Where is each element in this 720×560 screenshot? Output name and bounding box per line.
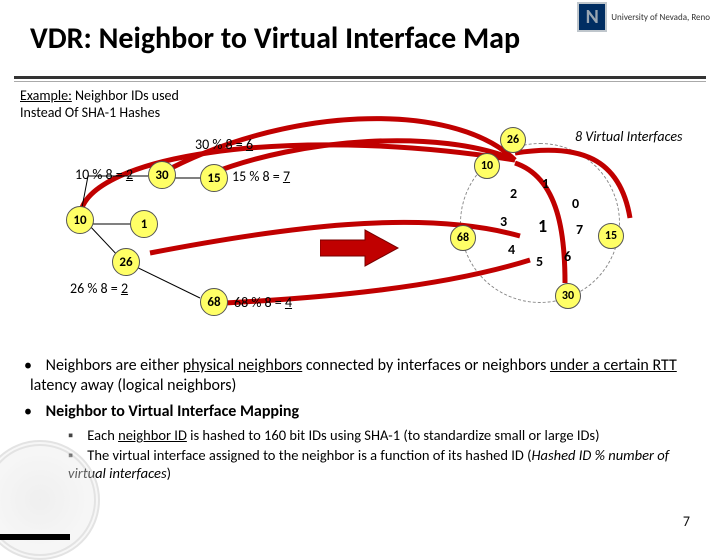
ring-slot-0: 0 [572,195,579,212]
b1a: Neighbors are either [46,356,183,375]
ring-map-26: 26 [500,127,526,153]
neighbor-node-68: 68 [200,288,228,316]
bullet-list: Neighbors are either physical neighbors … [24,356,696,482]
mod-68-pre: 68 % 8 = [234,294,285,311]
ring-slot-1: 1 [542,175,549,192]
example-note: Example: Neighbor IDs used Instead Of SH… [20,88,179,122]
mod-26-res: 2 [121,280,128,297]
mod-label-68: 68 % 8 = 4 [234,294,292,311]
mod-10-res: 2 [126,166,133,183]
virtual-interface-ring: 8 Virtual Interfaces 0 7 6 5 4 3 2 1 1 2… [460,143,620,303]
sub-bullet-1: Each neighbor ID is hashed to 160 bit ID… [68,426,696,444]
ring-map-68: 68 [450,225,476,251]
bullet-2: Neighbor to Virtual Interface Mapping Ea… [24,402,696,482]
mod-label-15: 15 % 8 = 7 [232,168,290,185]
s2c: ) [167,464,171,482]
ring-slot-4: 4 [508,241,515,258]
ring-slot-3: 3 [500,213,507,230]
mod-30-res: 6 [246,136,253,153]
ring-title: 8 Virtual Interfaces [575,128,715,145]
footer-blackbar [0,534,70,540]
neighbor-node-26: 26 [112,248,140,276]
page-number: 7 [683,513,690,530]
example-text-1: Neighbor IDs used [72,87,179,104]
mod-label-10: 10 % 8 = 2 [75,166,133,183]
ring-map-10: 10 [474,153,500,179]
mod-26-pre: 26 % 8 = [70,280,121,297]
slide-header: N University of Nevada, Reno VDR: Neighb… [0,0,720,72]
ring-slot-5: 5 [536,253,543,270]
b2: Neighbor to Virtual Interface Mapping [46,402,299,421]
mod-30-pre: 30 % 8 = [195,136,246,153]
mod-68-res: 4 [285,294,292,311]
ring-map-15: 15 [598,223,624,249]
b1d: under a certain RTT [550,356,677,375]
neighbor-node-30: 30 [148,161,176,189]
logo-n-icon: N [577,2,607,32]
title-rule-thick [14,76,706,79]
example-label: Example: [20,87,72,104]
ring-slot-7: 7 [576,221,583,238]
mod-label-26: 26 % 8 = 2 [70,280,128,297]
neighbor-node-10: 10 [66,206,94,234]
ring-center: 1 [538,215,547,237]
b1b: physical neighbors [183,356,303,375]
ring-slot-6: 6 [564,248,571,265]
sub-bullet-2: The virtual interface assigned to the ne… [68,446,696,482]
s1a: Each [87,426,118,444]
mod-label-30: 30 % 8 = 6 [195,136,253,153]
s1b: neighbor ID [118,426,187,444]
mod-15-pre: 15 % 8 = [232,168,283,185]
s2a: The virtual interface assigned to the ne… [87,446,531,464]
neighbor-node-15: 15 [200,164,228,192]
bullet-1: Neighbors are either physical neighbors … [24,356,696,396]
example-text-2: Instead Of SHA-1 Hashes [20,104,160,121]
neighbor-node-1: 1 [130,210,158,238]
mod-15-res: 7 [283,168,290,185]
b1e: latency away (logical neighbors) [30,376,236,395]
b1c: connected by interfaces or neighbors [302,356,550,375]
logo-text: University of Nevada, Reno [611,12,710,23]
mod-10-pre: 10 % 8 = [75,166,126,183]
arrow-right-icon [320,228,400,268]
diagram-area: Example: Neighbor IDs used Instead Of SH… [20,88,700,348]
university-logo: N University of Nevada, Reno [577,2,710,32]
ring-map-30: 30 [555,283,581,309]
title-rule-thin [14,81,706,82]
s1c: is hashed to 160 bit IDs using SHA-1 (to… [187,426,600,444]
ring-slot-2: 2 [510,185,517,202]
